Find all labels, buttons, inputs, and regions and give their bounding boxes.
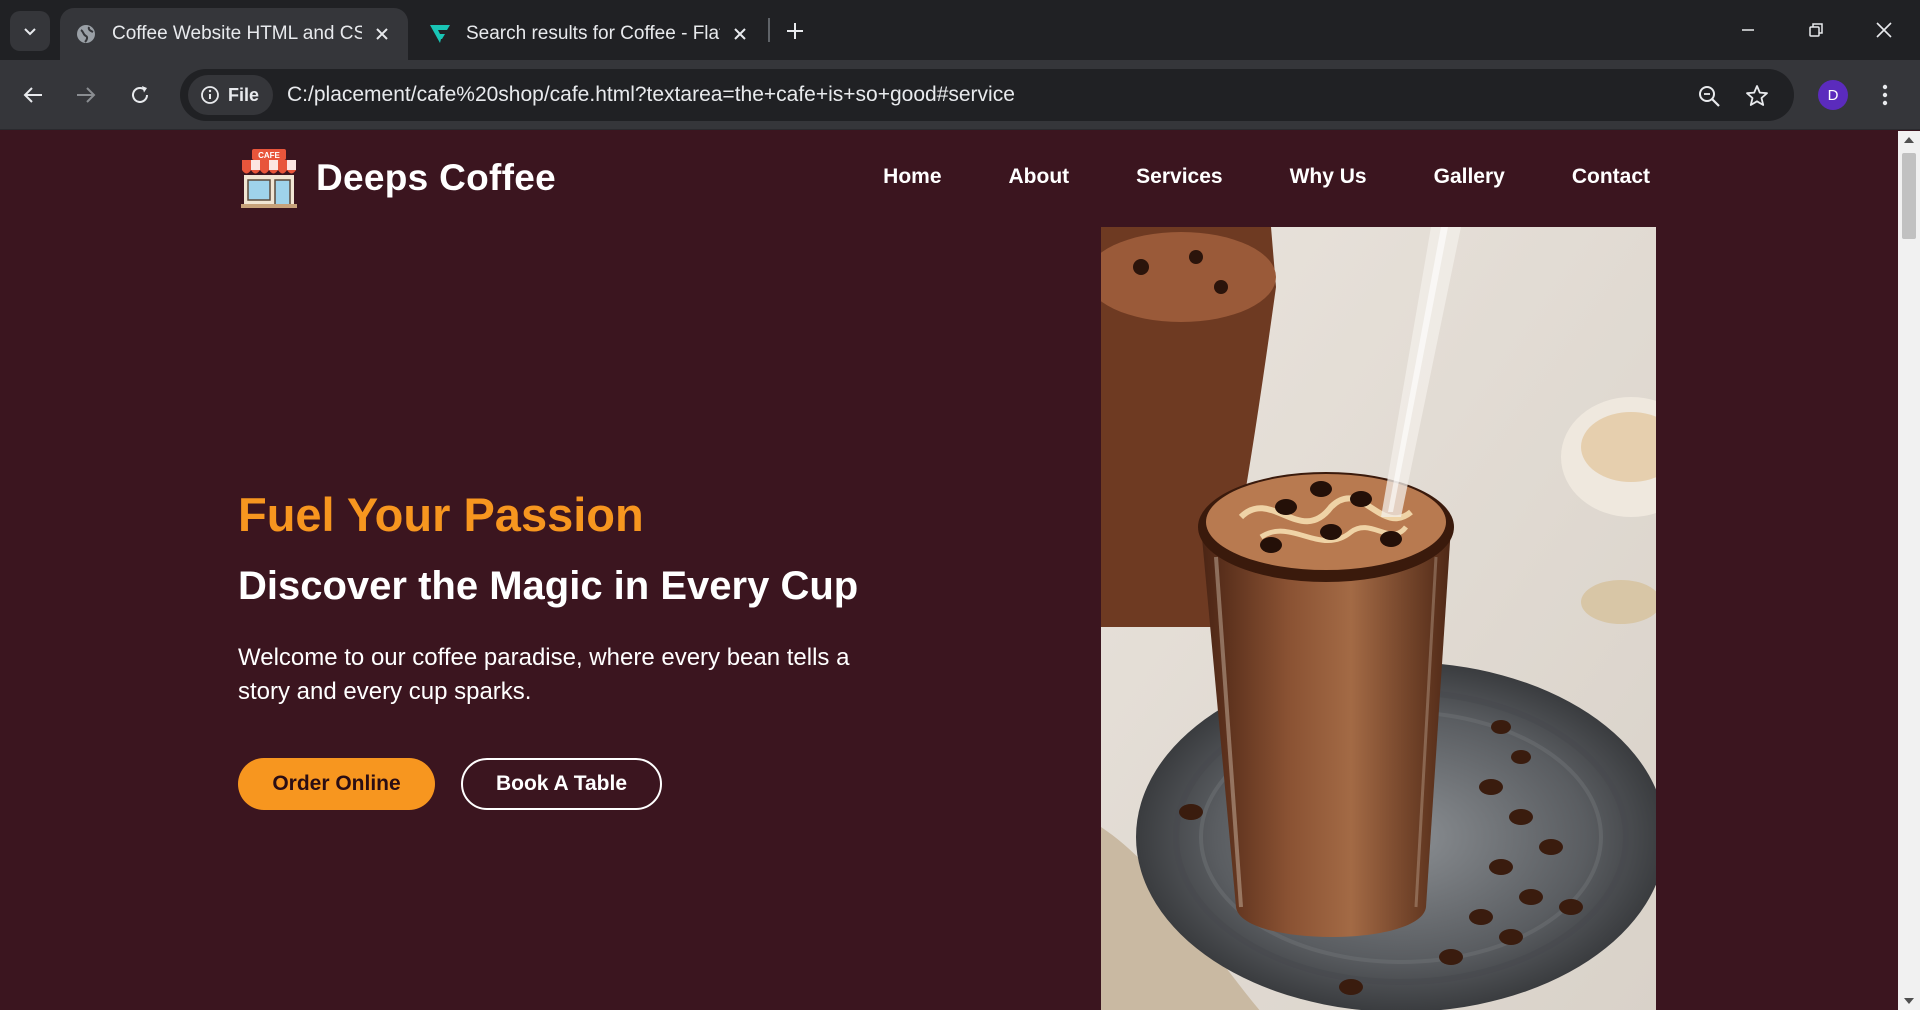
minimize-icon (1742, 29, 1754, 31)
scrollbar-thumb[interactable] (1902, 153, 1916, 239)
browser-toolbar: File C:/placement/cafe%20shop/cafe.html?… (0, 60, 1920, 130)
page-scrollbar[interactable] (1898, 131, 1920, 1010)
minimize-button[interactable] (1714, 0, 1782, 60)
close-tab-icon[interactable] (370, 22, 394, 46)
book-a-table-button[interactable]: Book A Table (461, 758, 662, 810)
new-tab-button[interactable] (778, 14, 812, 48)
cafe-shop-icon: CAFE (241, 149, 297, 208)
restore-icon (1809, 23, 1823, 37)
info-icon (200, 85, 220, 105)
address-bar[interactable]: File C:/placement/cafe%20shop/cafe.html?… (180, 69, 1794, 121)
flaticon-icon (428, 22, 452, 46)
chevron-down-icon (24, 28, 36, 36)
globe-icon (74, 22, 98, 46)
close-tab-icon[interactable] (728, 22, 752, 46)
bookmark-star-icon[interactable] (1742, 81, 1772, 111)
tab-title: Coffee Website HTML and CSS (112, 23, 362, 44)
nav-contact[interactable]: Contact (1572, 165, 1650, 189)
scroll-down-arrow-icon[interactable] (1898, 992, 1920, 1010)
more-vert-icon (1882, 84, 1888, 106)
forward-button[interactable] (66, 75, 106, 115)
zoom-icon[interactable] (1694, 81, 1724, 111)
close-icon (1876, 22, 1892, 38)
url-text[interactable]: C:/placement/cafe%20shop/cafe.html?texta… (287, 83, 1015, 107)
arrow-left-icon (23, 87, 42, 103)
order-online-button[interactable]: Order Online (238, 758, 435, 810)
tab-title: Search results for Coffee - Flaticon (466, 23, 720, 44)
nav-why-us[interactable]: Why Us (1290, 165, 1367, 189)
arrow-right-icon (77, 87, 96, 103)
nav-services[interactable]: Services (1136, 165, 1222, 189)
plus-icon (787, 23, 803, 39)
chip-label: File (228, 84, 260, 105)
nav-gallery[interactable]: Gallery (1434, 165, 1505, 189)
brand-name: Deeps Coffee (316, 157, 557, 198)
tab-search-button[interactable] (10, 11, 50, 51)
hero-headline: Discover the Magic in Every Cup (238, 564, 859, 608)
nav-home[interactable]: Home (883, 165, 941, 189)
hero-kicker: Fuel Your Passion (238, 488, 644, 541)
browser-menu-button[interactable] (1870, 78, 1900, 112)
web-page: CAFE Deeps Coffee Home About Services Wh… (0, 131, 1898, 1010)
back-button[interactable] (13, 75, 53, 115)
svg-text:CAFE: CAFE (258, 151, 280, 160)
site-info-chip[interactable]: File (188, 75, 274, 115)
main-nav: Home About Services Why Us Gallery Conta… (816, 165, 1650, 189)
hero-description: Welcome to our coffee paradise, where ev… (238, 644, 850, 705)
scroll-up-arrow-icon[interactable] (1898, 131, 1920, 149)
close-window-button[interactable] (1850, 0, 1918, 60)
tab-coffee-website[interactable]: Coffee Website HTML and CSS (60, 8, 408, 60)
tab-separator (768, 18, 770, 42)
reload-icon (132, 86, 148, 103)
profile-avatar[interactable]: D (1818, 80, 1848, 110)
nav-about[interactable]: About (1009, 165, 1070, 189)
reload-button[interactable] (120, 75, 160, 115)
site-logo[interactable]: CAFE Deeps Coffee (238, 147, 556, 209)
browser-tab-bar: Coffee Website HTML and CSS Search resul… (0, 0, 1920, 60)
hero-coffee-image (1101, 227, 1656, 1010)
tab-flaticon-search[interactable]: Search results for Coffee - Flaticon (414, 8, 766, 60)
restore-button[interactable] (1782, 0, 1850, 60)
